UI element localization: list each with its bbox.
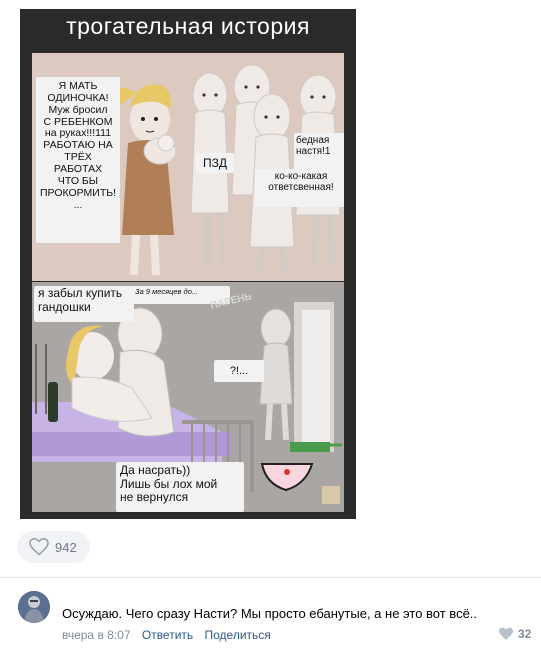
reply-link[interactable]: Ответить [142, 628, 193, 642]
comment-text: Осуждаю. Чего сразу Насти? Мы просто еба… [62, 606, 478, 621]
post-image[interactable]: трогательная история Я МАТЬ ОДИНОЧКА! Му… [20, 9, 356, 519]
avatar-image [18, 591, 50, 623]
pzd-speech-bubble: ПЗД [196, 153, 234, 173]
surprise-speech-bubble: ?!... [214, 360, 264, 382]
comment-like-count: 32 [518, 627, 532, 641]
comic-panel-bottom: я забыл купить гандошки За 9 месяцев до.… [32, 282, 344, 512]
comic-panel-top: Я МАТЬ ОДИНОЧКА! Муж бросил С РЕБЕНКОМ н… [32, 53, 344, 281]
comment-meta: вчера в 8:07 Ответить Поделиться [62, 628, 271, 642]
responsible-speech-bubble: ко-ко-какая ответсвенная! [255, 169, 344, 207]
forgot-speech-bubble: я забыл купить гандошки [34, 286, 134, 322]
heart-icon [29, 538, 49, 556]
like-count: 942 [55, 539, 77, 555]
whatever-speech-bubble: Да насрать)) Лишь бы лох мой не вернулся [116, 462, 244, 512]
heart-icon [499, 627, 513, 640]
poor-speech-bubble: бедная настя!1 [294, 133, 344, 171]
comment-time[interactable]: вчера в 8:07 [62, 628, 131, 642]
comment-like-button[interactable]: 32 [498, 627, 531, 641]
avatar[interactable] [18, 591, 50, 623]
like-button[interactable]: 942 [17, 531, 90, 563]
share-link[interactable]: Поделиться [205, 628, 271, 642]
divider [0, 577, 541, 578]
mother-speech-bubble: Я МАТЬ ОДИНОЧКА! Муж бросил С РЕБЕНКОМ н… [36, 77, 120, 243]
comic-title: трогательная история [66, 13, 310, 39]
